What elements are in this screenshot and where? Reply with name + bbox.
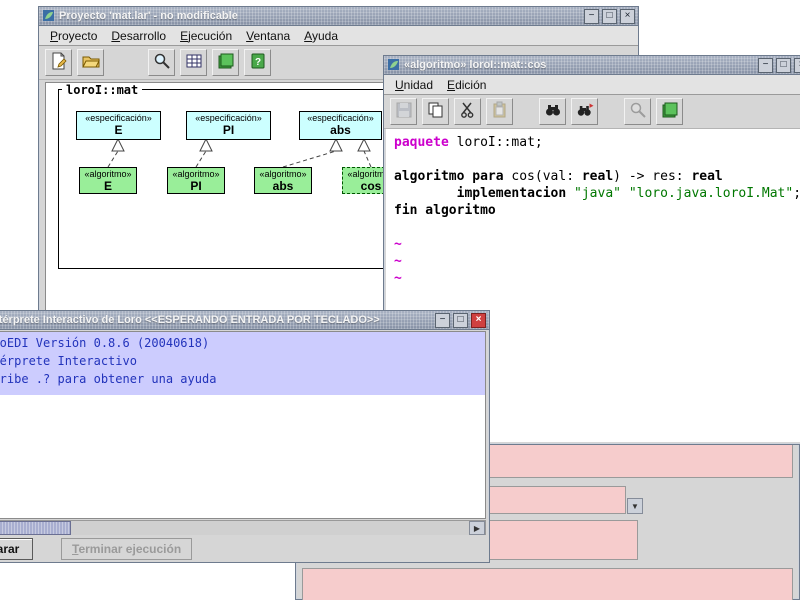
- box-name: E: [103, 179, 112, 193]
- grid-view-button[interactable]: [180, 49, 207, 76]
- interpreter-window: Intérprete Interactivo de Loro <<ESPERAN…: [0, 310, 490, 563]
- window-title: Proyecto 'mat.lar' - no modificable: [59, 10, 238, 22]
- box-name: abs: [272, 179, 294, 193]
- maximize-button[interactable]: □: [602, 8, 617, 24]
- window-icon: [42, 9, 56, 23]
- window-title: «algoritmo» loroI::mat::cos: [404, 59, 547, 71]
- stop-button[interactable]: Parar: [0, 537, 33, 560]
- algo-box-PI[interactable]: «algoritmo» PI: [167, 167, 225, 194]
- scroll-down-button[interactable]: ▼: [627, 498, 643, 514]
- new-doc-icon: [50, 52, 68, 73]
- algo-box-E[interactable]: «algoritmo» E: [79, 167, 137, 194]
- grid-icon: [185, 52, 203, 73]
- close-button[interactable]: ×: [471, 312, 486, 328]
- window-title: Intérprete Interactivo de Loro <<ESPERAN…: [0, 314, 380, 326]
- find-button[interactable]: [539, 98, 566, 125]
- menu-unidad[interactable]: Unidad: [388, 76, 440, 94]
- book-icon: [661, 101, 679, 122]
- menu-desarrollo[interactable]: Desarrollo: [104, 27, 173, 45]
- zoom-button[interactable]: [148, 49, 175, 76]
- help-book-icon: ?: [249, 52, 267, 73]
- magnifier-icon: [629, 101, 647, 122]
- menu-ventana[interactable]: Ventana: [239, 27, 297, 45]
- magnifier-icon: [153, 52, 171, 73]
- box-name: abs: [330, 123, 351, 137]
- minimize-button[interactable]: −: [435, 312, 450, 328]
- project-menubar: Proyecto Desarrollo Ejecución Ventana Ay…: [39, 26, 638, 46]
- maximize-button[interactable]: □: [453, 312, 468, 328]
- maximize-button[interactable]: □: [776, 57, 791, 73]
- menu-ejecucion[interactable]: Ejecución: [173, 27, 239, 45]
- box-name: PI: [190, 179, 202, 193]
- scrollbar-track[interactable]: [0, 521, 469, 535]
- code-lines: paquete loroI::mat; algoritmo para cos(va…: [394, 135, 800, 218]
- tilde-lines: ~ ~ ~: [394, 237, 402, 286]
- window-icon: [387, 58, 401, 72]
- menu-ayuda[interactable]: Ayuda: [297, 27, 345, 45]
- scroll-down-icon: ▼: [631, 501, 639, 511]
- minimize-button[interactable]: −: [584, 8, 599, 24]
- paste-button[interactable]: [486, 98, 513, 125]
- editor-toolbar: [384, 95, 800, 129]
- scroll-right-button[interactable]: ▶: [469, 521, 485, 535]
- clipboard-icon: [491, 101, 509, 122]
- scissors-icon: [459, 101, 477, 122]
- exec-output-pane-bottom[interactable]: [302, 568, 793, 600]
- terminate-execution-button[interactable]: Terminar ejecución: [61, 537, 193, 560]
- interpreter-titlebar[interactable]: Intérprete Interactivo de Loro <<ESPERAN…: [0, 311, 489, 330]
- minimize-button[interactable]: −: [758, 57, 773, 73]
- find-next-button[interactable]: [571, 98, 598, 125]
- binoculars-icon: [544, 101, 562, 122]
- interpreter-console[interactable]: LoroEDI Versión 0.8.6 (20040618)Intérpre…: [0, 331, 486, 519]
- save-button[interactable]: [390, 98, 417, 125]
- algo-box-abs[interactable]: «algoritmo» abs: [254, 167, 312, 194]
- interpreter-button-row: Parar Terminar ejecución: [0, 535, 489, 562]
- spec-box-E[interactable]: «especificación» E: [76, 111, 161, 140]
- project-titlebar[interactable]: Proyecto 'mat.lar' - no modificable − □ …: [39, 7, 638, 26]
- editor-menubar: Unidad Edición: [384, 75, 800, 95]
- spec-box-PI[interactable]: «especificación» PI: [186, 111, 271, 140]
- svg-text:?: ?: [254, 57, 260, 68]
- horizontal-scrollbar[interactable]: ◀ ▶: [0, 520, 486, 536]
- interpreter-lines: LoroEDI Versión 0.8.6 (20040618)Intérpre…: [0, 332, 485, 395]
- docs-button[interactable]: [656, 98, 683, 125]
- spec-box-abs[interactable]: «especificación» abs: [299, 111, 382, 140]
- close-button[interactable]: ×: [620, 8, 635, 24]
- save-icon: [395, 101, 413, 122]
- menu-edicion[interactable]: Edición: [440, 76, 493, 94]
- new-unit-button[interactable]: [45, 49, 72, 76]
- scrollbar-thumb[interactable]: [0, 521, 71, 535]
- copy-button[interactable]: [422, 98, 449, 125]
- package-label: loroI::mat: [62, 83, 143, 97]
- open-folder-icon: [81, 52, 100, 73]
- binoculars-next-icon: [576, 101, 594, 122]
- menu-proyecto[interactable]: Proyecto: [43, 27, 104, 45]
- box-name: PI: [222, 123, 235, 137]
- copy-icon: [427, 101, 445, 122]
- close-button[interactable]: ×: [794, 57, 800, 73]
- docs-button[interactable]: [212, 49, 239, 76]
- open-project-button[interactable]: [77, 49, 104, 76]
- help-button[interactable]: ?: [244, 49, 271, 76]
- cut-button[interactable]: [454, 98, 481, 125]
- zoom-button[interactable]: [624, 98, 651, 125]
- book-icon: [217, 52, 235, 73]
- box-name: E: [114, 123, 123, 137]
- editor-titlebar[interactable]: «algoritmo» loroI::mat::cos − □ ×: [384, 56, 800, 75]
